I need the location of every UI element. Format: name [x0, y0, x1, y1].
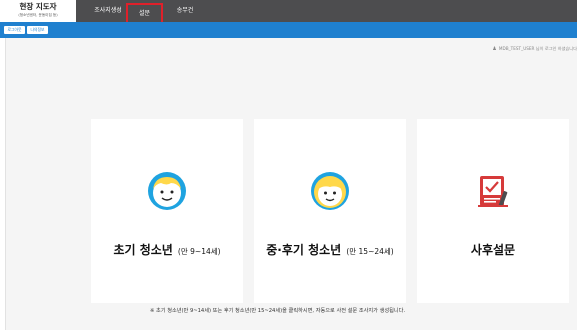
- survey-document-icon: [478, 176, 508, 207]
- login-status-text: MDB_TEST_USER 님이 로그인 하셨습니다: [498, 46, 577, 51]
- card-mid-late-youth-range: (만 15~24세): [346, 247, 394, 256]
- nav-item-send[interactable]: 송무건: [170, 0, 200, 22]
- nav-item-survey[interactable]: 설문: [126, 3, 163, 22]
- nav-item-create-survey[interactable]: 조사지생성: [88, 0, 128, 22]
- card-mid-late-youth-label: 중·후기 청소년 (만 15~24세): [254, 239, 406, 258]
- brand-logo[interactable]: 현장 지도자 (청소년센터, 운동이집 등): [0, 0, 76, 22]
- logout-button[interactable]: 로그아웃: [4, 26, 25, 34]
- girl-face-icon: [311, 172, 349, 210]
- card-early-youth[interactable]: 초기 청소년 (만 9~14세): [91, 119, 243, 303]
- card-early-youth-range: (만 9~14세): [177, 247, 221, 256]
- brand-subtitle: (청소년센터, 운동이집 등): [18, 13, 58, 17]
- card-post-survey-label: 사후설문: [417, 239, 569, 258]
- boy-face-icon: [148, 172, 186, 210]
- my-info-button[interactable]: 나의정보: [27, 26, 48, 34]
- card-post-survey-title: 사후설문: [470, 243, 516, 257]
- footer-note: ※ 초기 청소년(만 9~14세) 또는 후기 청소년(만 15~24세)을 클…: [150, 308, 406, 314]
- card-mid-late-youth[interactable]: 중·후기 청소년 (만 15~24세): [254, 119, 406, 303]
- login-status: ♟ MDB_TEST_USER 님이 로그인 하셨습니다: [492, 46, 577, 52]
- card-early-youth-label: 초기 청소년 (만 9~14세): [91, 239, 243, 258]
- card-post-survey[interactable]: 사후설문: [417, 119, 569, 303]
- top-nav-bar: 현장 지도자 (청소년센터, 운동이집 등) 조사지생성 설문 송무건: [0, 0, 577, 22]
- card-early-youth-title: 초기 청소년: [113, 243, 173, 257]
- brand-title: 현장 지도자: [19, 2, 57, 11]
- sub-toolbar: 로그아웃 나의정보: [0, 22, 577, 38]
- user-icon: ♟: [492, 46, 497, 52]
- card-mid-late-youth-title: 중·후기 청소년: [266, 243, 342, 257]
